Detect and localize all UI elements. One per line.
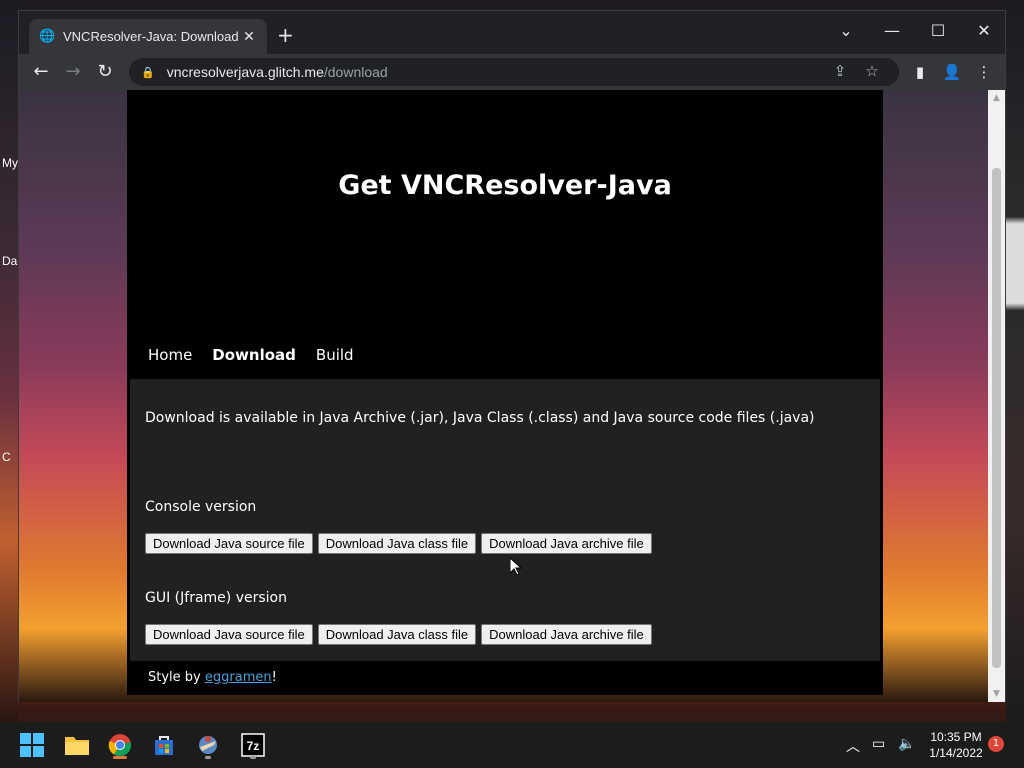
globe-icon: 🌐 <box>39 28 56 44</box>
minimize-button[interactable]: — <box>869 17 915 45</box>
close-window-button[interactable]: ✕ <box>961 17 1007 45</box>
scroll-up-icon[interactable]: ▲ <box>988 90 1005 106</box>
browser-tab[interactable]: 🌐 VNCResolver-Java: Download ✕ <box>29 19 267 54</box>
nav-home-link[interactable]: Home <box>148 346 192 364</box>
nav-download-link[interactable]: Download <box>212 346 296 364</box>
footer-prefix: Style by <box>148 670 205 685</box>
url-path: /download <box>323 64 388 80</box>
page-scrollbar[interactable]: ▲ ▼ <box>988 90 1005 702</box>
desktop-left-edge: My Da C <box>0 0 18 722</box>
url-host: vncresolverjava.glitch.me <box>166 64 324 80</box>
gui-version-label: GUI (Jframe) version <box>145 590 287 606</box>
scrollbar-thumb[interactable] <box>992 168 1001 668</box>
footer-suffix: ! <box>271 670 277 685</box>
browser-toolbar: ← → ↻ 🔒 vncresolverjava.glitch.me/downlo… <box>19 54 1005 90</box>
side-panel-icon[interactable]: ▮ <box>908 60 932 84</box>
windows-start-icon[interactable] <box>16 729 48 761</box>
maximize-button[interactable]: ☐ <box>915 17 961 45</box>
clock-date: 1/14/2022 <box>929 746 983 760</box>
site-nav: Home Download Build <box>148 346 354 364</box>
browser-window: 🌐 VNCResolver-Java: Download ✕ + ⌄ — ☐ ✕… <box>18 10 1006 702</box>
intro-text: Download is available in Java Archive (.… <box>145 410 815 426</box>
file-explorer-icon[interactable] <box>61 729 93 761</box>
console-download-class-button[interactable]: Download Java class file <box>317 533 477 554</box>
page-viewport: Get VNCResolver-Java Home Download Build… <box>19 90 989 702</box>
console-buttons: Download Java source file Download Java … <box>145 533 652 554</box>
tab-title: VNCResolver-Java: Download <box>63 29 239 44</box>
app-icon[interactable] <box>192 729 224 761</box>
gui-download-archive-button[interactable]: Download Java archive file <box>481 624 652 645</box>
lock-icon: 🔒 <box>141 65 155 79</box>
running-app-indicator <box>250 756 256 759</box>
notification-badge[interactable]: 1 <box>988 736 1004 752</box>
clock-time: 10:35 PM <box>930 730 982 744</box>
footer-author-link[interactable]: eggramen <box>205 670 272 685</box>
forward-button[interactable]: → <box>61 60 85 84</box>
share-icon[interactable]: ⇪ <box>829 62 851 80</box>
console-download-archive-button[interactable]: Download Java archive file <box>481 533 652 554</box>
console-download-source-button[interactable]: Download Java source file <box>145 533 313 554</box>
download-content: Download is available in Java Archive (.… <box>130 379 880 661</box>
network-icon[interactable]: ▭ <box>872 736 885 752</box>
desktop-icon-label: Da <box>2 254 18 268</box>
reload-button[interactable]: ↻ <box>93 60 117 84</box>
gui-download-class-button[interactable]: Download Java class file <box>317 624 477 645</box>
bookmark-star-icon[interactable]: ☆ <box>861 62 883 80</box>
gui-buttons: Download Java source file Download Java … <box>145 624 652 645</box>
back-button[interactable]: ← <box>29 60 53 84</box>
taskbar: 7z ︿ ▭ 🔈 10:35 PM 1/14/2022 1 <box>0 722 1024 768</box>
desktop-icon-label: C <box>2 450 11 464</box>
address-bar[interactable]: 🔒 vncresolverjava.glitch.me/download ⇪ ☆ <box>129 58 899 86</box>
gui-download-source-button[interactable]: Download Java source file <box>145 624 313 645</box>
new-tab-button[interactable]: + <box>277 25 294 45</box>
mouse-cursor-icon <box>510 558 522 576</box>
site-container: Get VNCResolver-Java Home Download Build… <box>127 90 883 695</box>
7zip-icon[interactable]: 7z <box>237 729 269 761</box>
tray-overflow-chevron-icon[interactable]: ︿ <box>846 736 860 756</box>
active-app-indicator <box>113 756 127 759</box>
volume-icon[interactable]: 🔈 <box>898 736 915 752</box>
console-version-label: Console version <box>145 499 257 515</box>
desktop-icon-label: My <box>2 156 18 170</box>
nav-build-link[interactable]: Build <box>316 346 354 364</box>
tab-search-button[interactable]: ⌄ <box>823 17 869 45</box>
running-app-indicator <box>205 756 211 759</box>
store-icon[interactable] <box>148 729 180 761</box>
7zip-label: 7z <box>247 739 260 753</box>
desktop-right-edge <box>1006 0 1024 722</box>
tab-strip: 🌐 VNCResolver-Java: Download ✕ + ⌄ — ☐ ✕ <box>19 11 1005 54</box>
site-footer: Style by eggramen! <box>148 670 277 685</box>
menu-kebab-icon[interactable]: ⋮ <box>972 60 996 84</box>
page-title: Get VNCResolver-Java <box>338 170 672 201</box>
tab-close-icon[interactable]: ✕ <box>241 29 257 45</box>
chrome-icon[interactable] <box>104 729 136 761</box>
profile-icon[interactable]: 👤 <box>940 60 964 84</box>
scroll-down-icon[interactable]: ▼ <box>988 686 1005 702</box>
system-clock[interactable]: 10:35 PM 1/14/2022 <box>924 729 988 761</box>
